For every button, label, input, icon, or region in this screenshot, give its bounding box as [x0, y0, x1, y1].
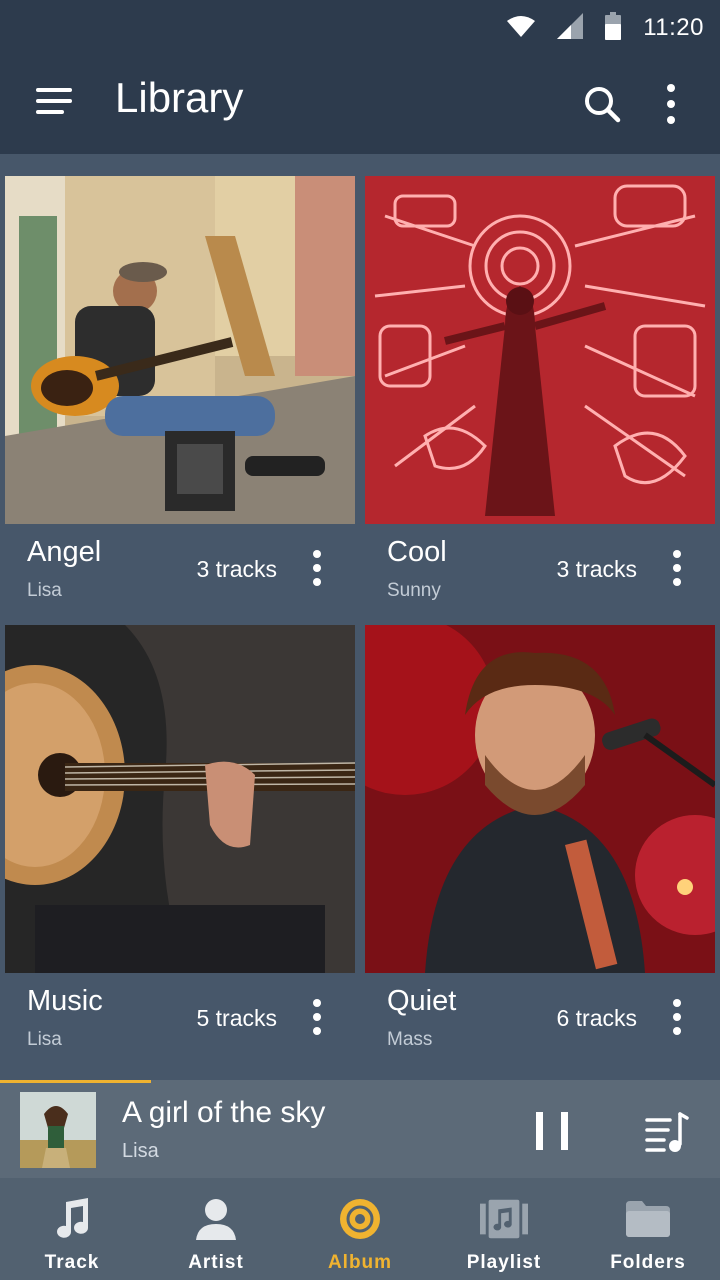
nav-label-folders: Folders [610, 1252, 686, 1273]
album-art-street-guitarist [5, 176, 355, 524]
album-card-angel[interactable]: Angel Lisa 3 tracks [5, 154, 355, 601]
playback-progress-fill [0, 1080, 152, 1083]
person-icon [192, 1196, 240, 1242]
album-card-cool[interactable]: Cool Sunny 3 tracks [365, 154, 715, 601]
album-disc-icon [336, 1196, 384, 1242]
album-artist: Lisa [27, 580, 62, 601]
album-name: Cool [387, 536, 447, 568]
album-track-count: 5 tracks [196, 1005, 277, 1031]
playlist-icon [480, 1196, 528, 1242]
album-artist: Mass [387, 1029, 433, 1050]
nav-label-artist: Artist [188, 1252, 244, 1273]
app-bar: Library [0, 56, 720, 154]
more-vert-icon[interactable] [656, 82, 686, 126]
album-name: Music [27, 985, 103, 1017]
battery-icon [605, 11, 622, 45]
queue-icon[interactable] [644, 1110, 690, 1154]
status-time: 11:20 [643, 14, 704, 41]
now-playing-art [20, 1092, 96, 1168]
album-art-acoustic-guitar [5, 625, 355, 973]
nav-label-track: Track [44, 1252, 100, 1273]
more-vert-icon[interactable] [669, 550, 685, 590]
album-card-quiet[interactable]: Quiet Mass 6 tracks [365, 603, 715, 1050]
folder-icon [624, 1196, 672, 1242]
pause-icon [536, 1112, 543, 1150]
page-title: Library [115, 74, 244, 121]
nav-item-track[interactable]: Track [0, 1178, 144, 1280]
playback-progress[interactable] [0, 1080, 720, 1083]
album-name: Quiet [387, 985, 457, 1017]
album-card-music[interactable]: Music Lisa 5 tracks [5, 603, 355, 1050]
album-grid: Angel Lisa 3 tracks Cool Sunny 3 tracks … [0, 154, 720, 1080]
more-vert-icon[interactable] [669, 999, 685, 1039]
album-art-singer-microphone [365, 625, 715, 973]
bottom-navigation: Track Artist Album Playlist Folders [0, 1178, 720, 1280]
now-playing-title: A girl of the sky [122, 1096, 326, 1129]
album-artist: Sunny [387, 580, 441, 601]
nav-item-album[interactable]: Album [288, 1178, 432, 1280]
album-art-red-neon [365, 176, 715, 524]
more-vert-icon[interactable] [309, 550, 325, 590]
nav-item-artist[interactable]: Artist [144, 1178, 288, 1280]
now-playing-artist: Lisa [122, 1140, 159, 1162]
pause-button[interactable] [530, 1112, 574, 1152]
nav-label-playlist: Playlist [466, 1252, 542, 1273]
nav-item-folders[interactable]: Folders [576, 1178, 720, 1280]
album-artist: Lisa [27, 1029, 62, 1050]
album-name: Angel [27, 536, 102, 568]
wifi-icon [507, 15, 536, 42]
status-bar: 11:20 [0, 0, 720, 56]
album-track-count: 6 tracks [556, 1005, 637, 1031]
album-track-count: 3 tracks [556, 556, 637, 582]
more-vert-icon[interactable] [309, 999, 325, 1039]
album-track-count: 3 tracks [196, 556, 277, 582]
menu-icon[interactable] [36, 88, 76, 118]
nav-label-album: Album [327, 1252, 393, 1273]
music-note-icon [48, 1196, 96, 1242]
now-playing-bar[interactable]: A girl of the sky Lisa [0, 1080, 720, 1178]
search-icon[interactable] [582, 84, 622, 124]
signal-icon [557, 12, 584, 44]
nav-item-playlist[interactable]: Playlist [432, 1178, 576, 1280]
